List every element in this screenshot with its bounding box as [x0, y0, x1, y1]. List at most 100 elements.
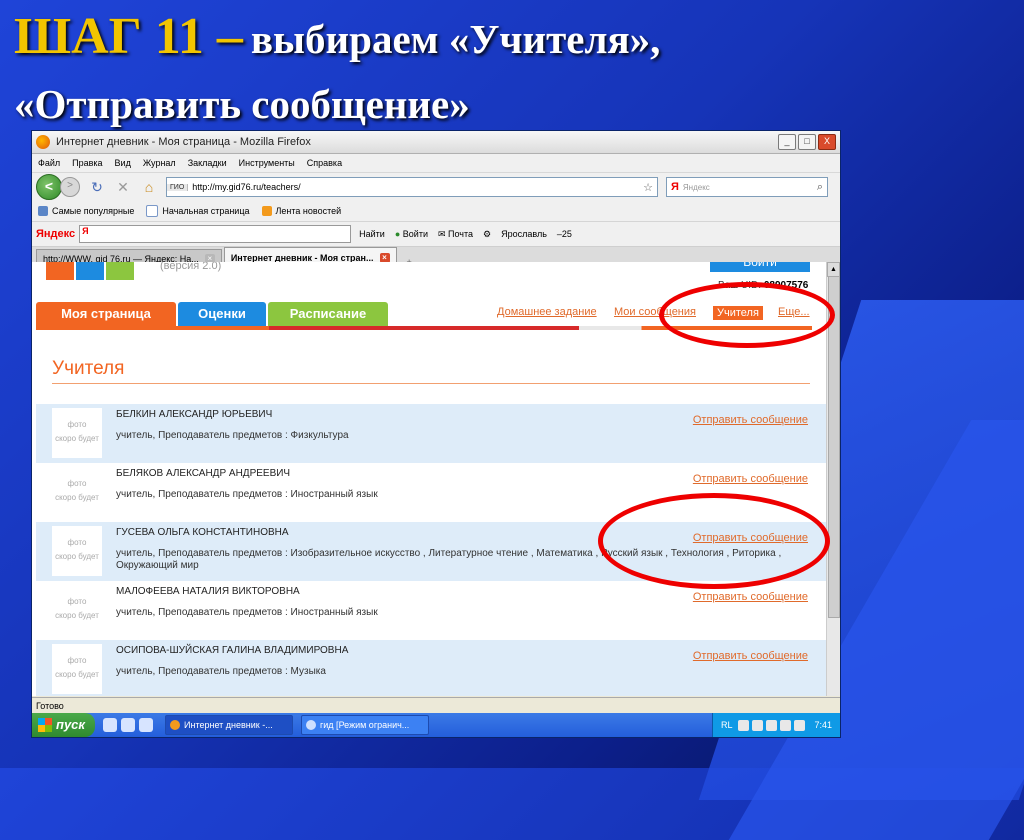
teacher-row: фото скоро будет ОСИПОВА-ШУЙСКАЯ ГАЛИНА В…	[36, 640, 826, 696]
yandex-logo[interactable]: Яндекс	[36, 228, 75, 240]
taskbar-firefox[interactable]: Интернет дневник -...	[165, 715, 293, 735]
close-button[interactable]: X	[818, 134, 836, 150]
teacher-description: учитель, Преподаватель предметов : Физку…	[116, 430, 349, 441]
bookmark-label: Лента новостей	[275, 206, 342, 216]
teacher-row: фото скоро будет БЕЛКИН АЛЕКСАНДР ЮРЬЕВИЧ…	[36, 404, 826, 463]
tray-icon[interactable]	[738, 719, 750, 731]
bookmarks-bar: Самые популярные Начальная страница Лент…	[32, 201, 840, 222]
yandex-find-button[interactable]: Найти	[359, 229, 385, 239]
menu-history[interactable]: Журнал	[143, 158, 176, 168]
gear-icon[interactable]: ⚙	[483, 229, 491, 240]
yandex-city[interactable]: Ярославль	[501, 229, 547, 239]
logo-block-orange	[46, 262, 74, 280]
teacher-photo: фото скоро будет	[52, 467, 102, 517]
site-favicon: ГИО	[167, 183, 189, 191]
slide-title-step: ШАГ 11 –	[14, 8, 243, 65]
back-button[interactable]: <	[36, 174, 62, 200]
tray-icon[interactable]	[752, 719, 764, 731]
send-message-link[interactable]: Отправить сообщение	[693, 414, 808, 426]
rss-icon	[261, 206, 272, 216]
search-icon[interactable]: ⌕	[817, 181, 827, 194]
stop-icon[interactable]: ✕	[114, 179, 132, 196]
teacher-photo: фото скоро будет	[52, 526, 102, 576]
maximize-button[interactable]: □	[798, 134, 816, 150]
login-icon: ●	[394, 229, 401, 239]
system-tray: RL 7:41	[711, 713, 840, 737]
task-label: гид [Режим огранич...	[320, 720, 410, 730]
menu-tools[interactable]: Инструменты	[239, 158, 295, 168]
teacher-name: ОСИПОВА-ШУЙСКАЯ ГАЛИНА ВЛАДИМИРОВНА	[116, 645, 349, 656]
bookmark-news-feed[interactable]: Лента новостей	[261, 206, 342, 216]
slide-title: ШАГ 11 – выбираем «Учителя», «Отправить …	[14, 6, 660, 138]
tray-icon[interactable]	[766, 719, 778, 731]
send-message-link[interactable]: Отправить сообщение	[693, 591, 808, 603]
tab-close-icon[interactable]: ×	[379, 252, 390, 263]
menu-help[interactable]: Справка	[307, 158, 342, 168]
bookmark-most-visited[interactable]: Самые популярные	[38, 206, 134, 216]
site-login-button[interactable]: Войти	[710, 262, 810, 272]
start-label: пуск	[56, 717, 85, 732]
menu-edit[interactable]: Правка	[72, 158, 102, 168]
home-icon[interactable]: ⌂	[140, 179, 158, 195]
clock: 7:41	[814, 720, 832, 730]
teacher-name: БЕЛКИН АЛЕКСАНДР ЮРЬЕВИЧ	[116, 409, 273, 420]
yandex-input-icon: Я	[82, 226, 89, 236]
yandex-mail-button[interactable]: ✉ Почта	[438, 229, 473, 240]
scroll-up-icon[interactable]: ▲	[827, 262, 840, 277]
windows-flag-icon	[38, 718, 52, 732]
link-homework[interactable]: Домашнее задание	[497, 306, 597, 318]
logo-block-blue	[76, 262, 104, 280]
yandex-login-button[interactable]: ● Войти	[395, 229, 428, 239]
menu-bar: Файл Правка Вид Журнал Закладки Инструме…	[32, 154, 840, 173]
page-heading: Учителя	[52, 358, 125, 379]
menu-file[interactable]: Файл	[38, 158, 60, 168]
teacher-photo: фото скоро будет	[52, 408, 102, 458]
tab-my-page[interactable]: Моя страница	[36, 302, 176, 326]
quick-launch-icon[interactable]	[139, 718, 153, 732]
bookmark-start-page[interactable]: Начальная страница	[146, 205, 250, 217]
teacher-name: БЕЛЯКОВ АЛЕКСАНДР АНДРЕЕВИЧ	[116, 468, 291, 479]
search-input[interactable]: Яндекс	[683, 183, 710, 192]
tab-grades[interactable]: Оценки	[178, 302, 266, 326]
teacher-photo: фото скоро будет	[52, 644, 102, 694]
heading-divider	[52, 383, 810, 384]
forward-button[interactable]: >	[60, 177, 80, 197]
tab-schedule[interactable]: Расписание	[268, 302, 388, 326]
yandex-search-input[interactable]: Я	[79, 225, 352, 243]
firefox-icon	[36, 135, 50, 149]
taskbar-gid[interactable]: гид [Режим огранич...	[301, 715, 429, 735]
start-button[interactable]: пуск	[32, 713, 95, 737]
site-version: (версия 2.0)	[160, 262, 222, 272]
slide-title-rest: выбираем «Учителя»,	[250, 16, 661, 62]
url-bar[interactable]: ГИО http://my.gid76.ru/teachers/ ☆	[166, 177, 658, 197]
logo-block-green	[106, 262, 134, 280]
minimize-button[interactable]: _	[778, 134, 796, 150]
windows-taskbar: пуск Интернет дневник -... гид [Режим ог…	[32, 713, 840, 737]
send-message-link[interactable]: Отправить сообщение	[693, 473, 808, 485]
browser-window: Интернет дневник - Моя страница - Mozill…	[31, 130, 841, 738]
send-message-link[interactable]: Отправить сообщение	[693, 650, 808, 662]
menu-view[interactable]: Вид	[115, 158, 131, 168]
scroll-thumb[interactable]	[828, 276, 840, 618]
yandex-mail-label: Почта	[448, 228, 474, 239]
url-input[interactable]: http://my.gid76.ru/teachers/	[192, 182, 639, 192]
bookmark-star-icon[interactable]: ☆	[639, 181, 657, 194]
yandex-temperature: –25	[556, 229, 572, 239]
search-bar[interactable]: Я Яндекс ⌕	[666, 177, 828, 197]
quick-launch-icon[interactable]	[121, 718, 135, 732]
bookmark-label: Самые популярные	[52, 206, 135, 216]
tray-icon[interactable]	[780, 719, 792, 731]
language-indicator[interactable]: RL	[721, 720, 733, 730]
tab-label: Интернет дневник - Моя стран...	[230, 252, 374, 263]
yandex-toolbar: Яндекс Я Найти ● Войти ✉ Почта ⚙ Ярослав…	[32, 222, 840, 247]
window-titlebar: Интернет дневник - Моя страница - Mozill…	[32, 131, 840, 154]
highlight-ring-send-message	[598, 493, 830, 589]
site-logo	[46, 262, 136, 283]
reload-icon[interactable]: ↻	[88, 179, 106, 196]
menu-bookmarks[interactable]: Закладки	[188, 158, 227, 168]
quick-launch-icon[interactable]	[103, 718, 117, 732]
tray-icon[interactable]	[794, 719, 806, 731]
bookmark-folder-icon	[38, 206, 48, 216]
search-engine-icon[interactable]: Я	[667, 181, 683, 193]
quick-launch	[103, 718, 157, 732]
